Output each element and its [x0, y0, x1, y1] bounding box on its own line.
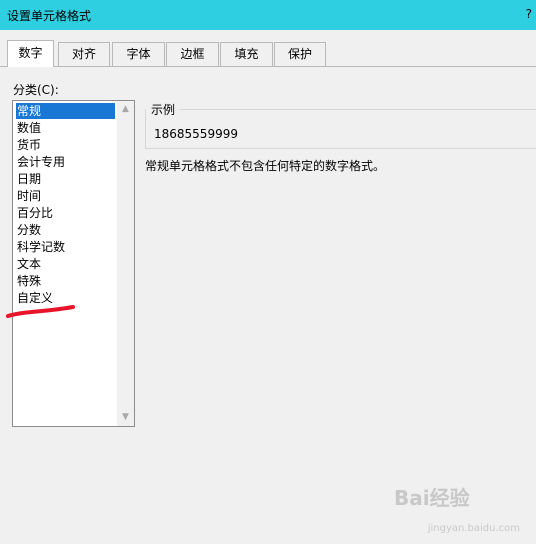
watermark-url: jingyan.baidu.com: [427, 523, 520, 534]
category-item-time[interactable]: 时间: [16, 188, 115, 204]
sample-value: 18685559999: [154, 127, 238, 141]
tab-strip: 数字 对齐 字体 边框 填充 保护: [0, 30, 536, 67]
sample-legend: 示例: [150, 101, 177, 118]
baidu-watermark: Bai经验 jingyan.baidu.com: [394, 482, 524, 534]
watermark-logo: Bai经验: [394, 486, 470, 510]
title-bar: 设置单元格格式 ?: [0, 0, 536, 30]
tab-font[interactable]: 字体: [112, 42, 165, 66]
category-item-currency[interactable]: 货币: [16, 137, 115, 153]
help-button[interactable]: ?: [526, 7, 532, 21]
scroll-up-icon[interactable]: ▲: [117, 101, 134, 118]
category-item-percentage[interactable]: 百分比: [16, 205, 115, 221]
sample-group: 示例 18685559999: [145, 101, 536, 149]
category-item-scientific[interactable]: 科学记数: [16, 239, 115, 255]
tab-protection[interactable]: 保护: [274, 42, 326, 66]
scroll-down-icon[interactable]: ▼: [117, 409, 134, 426]
tab-border[interactable]: 边框: [166, 42, 219, 66]
window-title: 设置单元格格式: [7, 9, 92, 23]
category-item-general[interactable]: 常规: [16, 103, 115, 119]
category-listbox[interactable]: 常规 数值 货币 会计专用 日期 时间 百分比 分数 科学记数 文本 特殊 自定…: [12, 100, 135, 427]
category-item-custom[interactable]: 自定义: [16, 290, 115, 306]
tab-alignment[interactable]: 对齐: [58, 42, 110, 66]
category-item-accounting[interactable]: 会计专用: [16, 154, 115, 170]
tab-fill[interactable]: 填充: [220, 42, 273, 66]
category-item-fraction[interactable]: 分数: [16, 222, 115, 238]
tab-number[interactable]: 数字: [7, 40, 54, 67]
format-description: 常规单元格格式不包含任何特定的数字格式。: [145, 159, 386, 173]
category-item-date[interactable]: 日期: [16, 171, 115, 187]
category-item-special[interactable]: 特殊: [16, 273, 115, 289]
category-label: 分类(C):: [13, 83, 59, 97]
listbox-scrollbar[interactable]: ▲ ▼: [117, 101, 134, 426]
category-item-text[interactable]: 文本: [16, 256, 115, 272]
category-item-number[interactable]: 数值: [16, 120, 115, 136]
